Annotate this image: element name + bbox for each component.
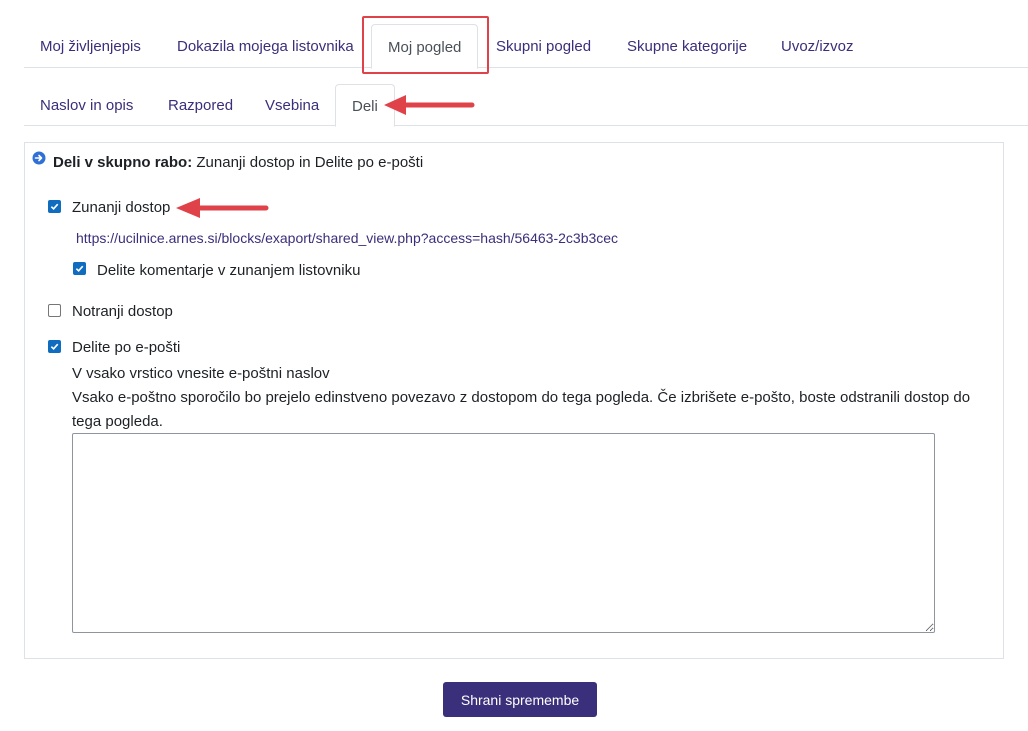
email-share-checkbox[interactable] <box>48 340 61 353</box>
share-comments-label: Delite komentarje v zunanjem listovniku <box>97 262 361 279</box>
tab-moj-pogled[interactable]: Moj pogled <box>371 24 479 69</box>
email-description-line-2: tega pogleda. <box>72 413 163 430</box>
email-addresses-textarea[interactable] <box>72 433 935 633</box>
tab-skupni-pogled[interactable]: Skupni pogled <box>480 24 607 68</box>
external-access-checkbox[interactable] <box>48 200 61 213</box>
email-share-label: Delite po e-pošti <box>72 339 181 356</box>
check-icon <box>50 343 59 351</box>
share-heading: Deli v skupno rabo: Zunanji dostop in De… <box>53 154 423 171</box>
arrow-right-circle-icon <box>32 151 46 165</box>
internal-access-checkbox[interactable] <box>48 304 61 317</box>
external-access-url[interactable]: https://ucilnice.arnes.si/blocks/exaport… <box>76 230 618 246</box>
email-hint: V vsako vrstico vnesite e-poštni naslov <box>72 365 330 382</box>
share-heading-value: Zunanji dostop in Delite po e-pošti <box>196 154 424 171</box>
tab-moj-zivljenjepis[interactable]: Moj življenjepis <box>24 24 157 68</box>
save-button[interactable]: Shrani spremembe <box>443 682 597 717</box>
sub-tabs: Naslov in opis Razpored Vsebina Deli <box>24 84 1028 127</box>
tab-skupne-kategorije[interactable]: Skupne kategorije <box>611 24 763 68</box>
email-description-line-1: Vsako e-poštno sporočilo bo prejelo edin… <box>72 389 971 406</box>
share-comments-checkbox[interactable] <box>73 262 86 275</box>
tab-deli[interactable]: Deli <box>335 84 395 127</box>
check-icon <box>50 203 59 211</box>
external-access-label: Zunanji dostop <box>72 199 171 216</box>
share-heading-label: Deli v skupno rabo: <box>53 154 193 171</box>
check-icon <box>75 265 84 273</box>
tab-naslov-in-opis[interactable]: Naslov in opis <box>24 84 149 126</box>
tab-vsebina[interactable]: Vsebina <box>249 84 335 126</box>
tab-razpored[interactable]: Razpored <box>152 84 249 126</box>
tab-dokazila[interactable]: Dokazila mojega listovnika <box>161 24 370 68</box>
internal-access-label: Notranji dostop <box>72 303 173 320</box>
main-tabs: Moj življenjepis Dokazila mojega listovn… <box>24 24 1028 69</box>
tab-uvoz-izvoz[interactable]: Uvoz/izvoz <box>765 24 870 68</box>
